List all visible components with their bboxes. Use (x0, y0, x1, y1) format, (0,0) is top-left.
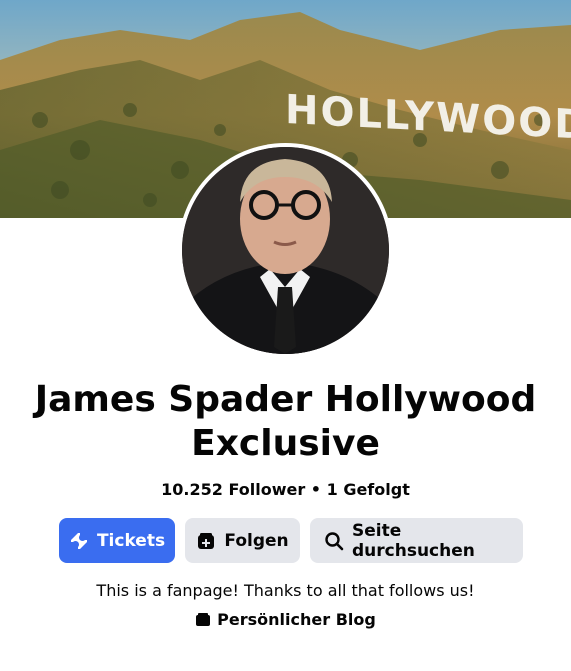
category-label[interactable]: Persönlicher Blog (217, 610, 376, 629)
page-category: Persönlicher Blog (0, 610, 571, 629)
page-title: James Spader Hollywood Exclusive (34, 379, 537, 464)
search-icon (324, 531, 344, 551)
follow-button[interactable]: Folgen (185, 518, 300, 563)
ticket-icon (69, 531, 89, 551)
tickets-label: Tickets (96, 530, 166, 551)
follower-stats: 10.252 Follower • 1 Gefolgt (0, 480, 571, 499)
following-count[interactable]: 1 Gefolgt (327, 480, 410, 499)
action-buttons: Tickets Folgen Seite durchsuchen (59, 518, 523, 563)
stats-separator: • (310, 480, 322, 499)
follow-label: Folgen (224, 530, 289, 551)
tickets-button[interactable]: Tickets (59, 518, 175, 563)
blog-icon (195, 612, 211, 628)
profile-picture-frame[interactable] (178, 143, 393, 358)
followers-count[interactable]: 10.252 Follower (161, 480, 305, 499)
search-page-label: Seite durchsuchen (352, 520, 475, 561)
page-bio: This is a fanpage! Thanks to all that fo… (96, 581, 475, 600)
profile-picture (182, 147, 389, 354)
search-page-button[interactable]: Seite durchsuchen (310, 518, 523, 563)
follow-icon (196, 531, 216, 551)
